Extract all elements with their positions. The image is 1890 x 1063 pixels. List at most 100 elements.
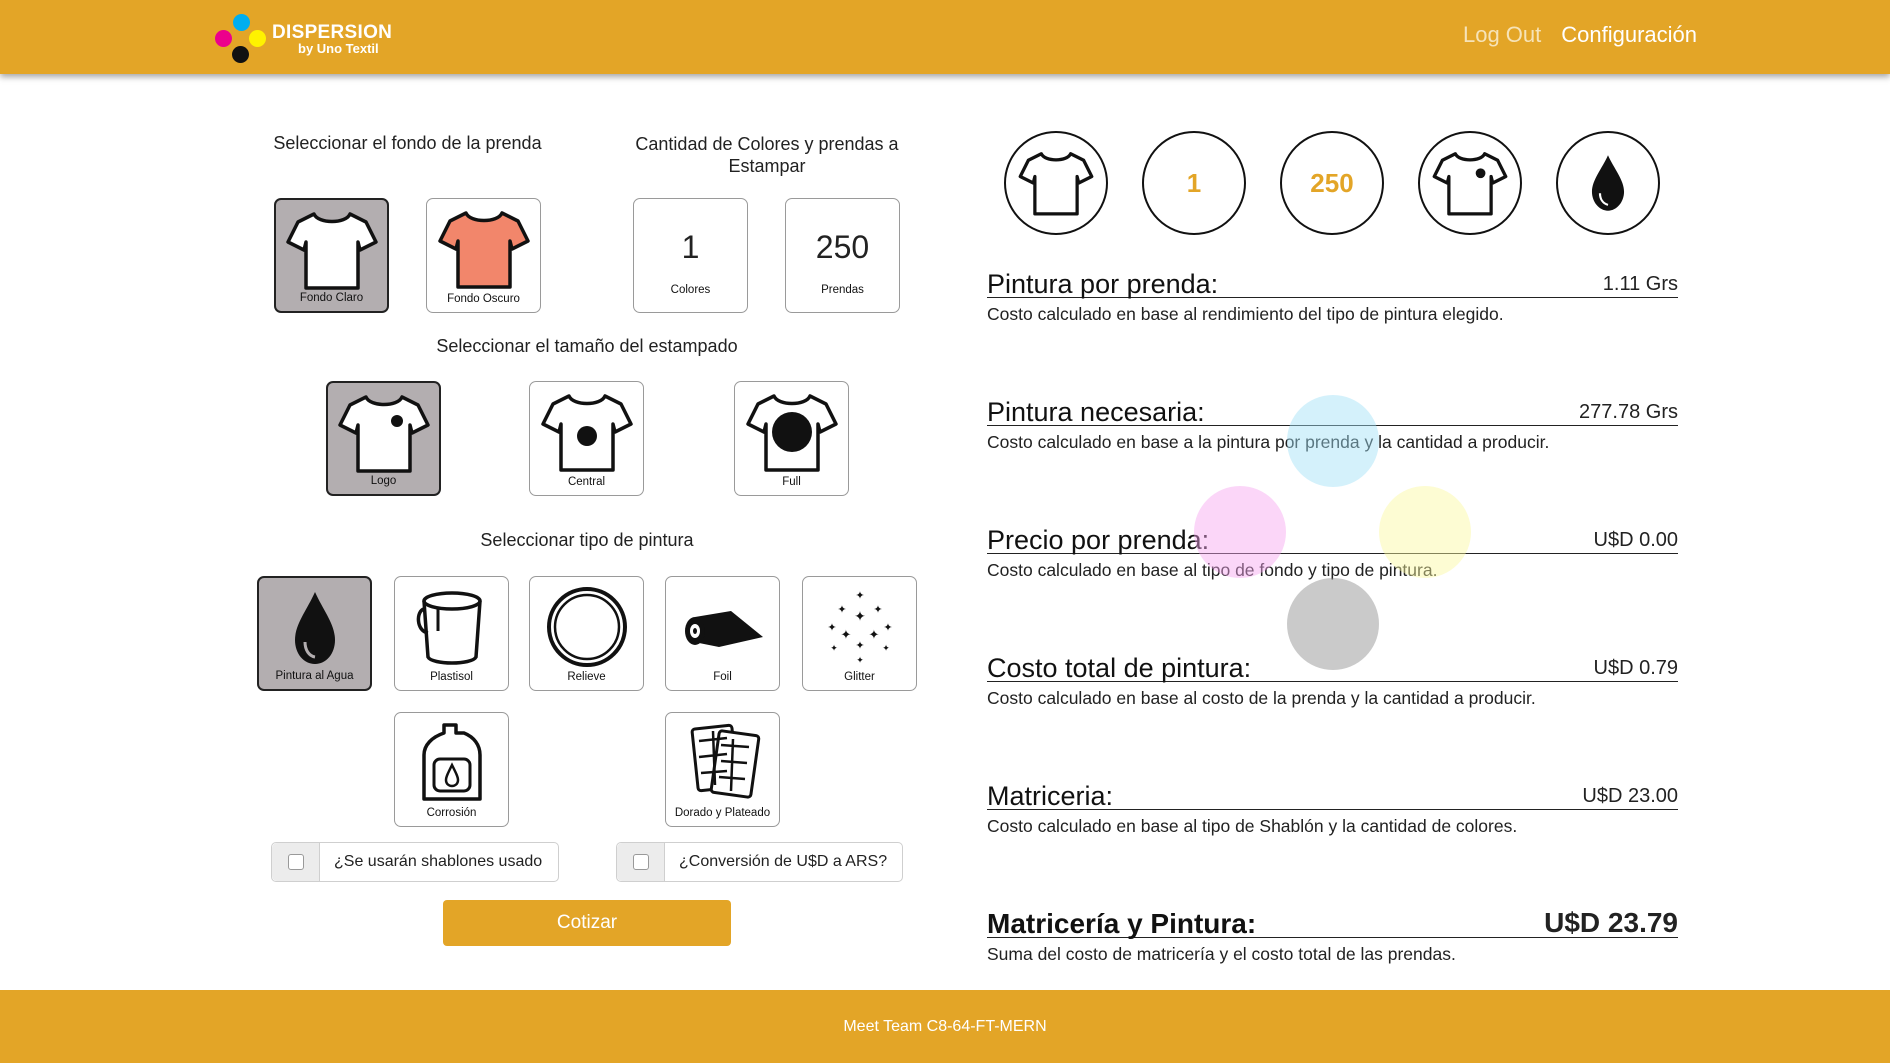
relieve-option[interactable]: Relieve xyxy=(529,576,644,691)
svg-text:✦: ✦ xyxy=(855,590,864,602)
tamano-section-title: Seleccionar el tamaño del estampado xyxy=(436,336,738,356)
pintura-agua-label: Pintura al Agua xyxy=(275,670,354,682)
result-pintura-por-prenda: Pintura por prenda: 1.11 Grs Costo calcu… xyxy=(987,264,1678,325)
result-value: 1.11 Grs xyxy=(1602,273,1678,295)
white-tshirt-icon xyxy=(285,212,378,290)
svg-text:✦: ✦ xyxy=(830,643,838,653)
foil-label: Foil xyxy=(713,671,732,683)
result-precio-por-prenda: Precio por prenda: U$D 0.00 Costo calcul… xyxy=(987,520,1678,581)
tshirt-logo-print-icon xyxy=(1432,152,1508,216)
cotizar-button[interactable]: Cotizar xyxy=(443,900,731,946)
svg-text:✦: ✦ xyxy=(873,604,882,616)
total-value: U$D 23.79 xyxy=(1544,907,1678,938)
shablones-usados-check[interactable]: ¿Se usarán shablones usado xyxy=(271,842,559,882)
result-description: Costo calculado en base al rendimiento d… xyxy=(987,304,1504,324)
plastisol-label: Plastisol xyxy=(430,671,473,683)
water-drop-icon xyxy=(1591,155,1625,211)
result-title: Pintura necesaria: xyxy=(987,397,1205,427)
result-title: Costo total de pintura: xyxy=(987,653,1252,683)
configuracion-link[interactable]: Configuración xyxy=(1561,22,1697,48)
foil-roll-icon xyxy=(684,611,763,647)
ring-icon xyxy=(546,587,627,667)
corrosion-label: Corrosión xyxy=(426,807,477,819)
tshirt-full-print-icon xyxy=(745,394,838,472)
shablones-checkbox[interactable] xyxy=(287,854,304,870)
result-value: U$D 0.00 xyxy=(1593,529,1679,551)
chemical-bottle-icon xyxy=(421,723,482,801)
watermark-dot-cyan xyxy=(1287,395,1379,487)
watermark-dot-gray xyxy=(1287,578,1379,670)
colores-label: Colores xyxy=(670,284,711,296)
tamano-logo-label: Logo xyxy=(370,475,397,487)
glitter-label: Glitter xyxy=(844,671,875,683)
result-matriceria: Matriceria: U$D 23.00 Costo calculado en… xyxy=(987,776,1678,837)
pintura-agua-option[interactable]: Pintura al Agua xyxy=(257,576,372,691)
conversion-checkbox[interactable] xyxy=(632,854,649,870)
svg-text:✦: ✦ xyxy=(855,640,864,652)
footer: Meet Team C8-64-FT-MERN xyxy=(0,990,1890,1063)
header-nav: Log Out Configuración xyxy=(1463,22,1697,48)
result-value: 277.78 Grs xyxy=(1579,401,1678,423)
summary-prendas-value: 250 xyxy=(1310,167,1354,198)
conversion-checkbox-wrap xyxy=(617,843,665,881)
top-navbar: DISPERSION by Uno Textil Log Out Configu… xyxy=(0,0,1890,74)
logo-dot-cyan xyxy=(233,14,250,31)
dispersion-logo[interactable]: DISPERSION by Uno Textil xyxy=(212,12,402,64)
tshirt-outline-icon xyxy=(1018,152,1094,216)
svg-text:✦: ✦ xyxy=(856,655,864,665)
sparkles-icon: ✦ ✦ ✦ ✦ ✦ ✦ ✦ ✦ ✦ ✦ ✦ ✦ xyxy=(827,590,892,665)
fondo-oscuro-label: Fondo Oscuro xyxy=(447,293,520,305)
brand-name: DISPERSION xyxy=(272,22,393,43)
water-drop-icon xyxy=(294,592,335,664)
tamano-central-option[interactable]: Central xyxy=(529,381,644,496)
colored-tshirt-icon xyxy=(437,211,530,289)
tamano-central-label: Central xyxy=(567,476,606,488)
logout-link[interactable]: Log Out xyxy=(1463,22,1541,48)
prendas-value[interactable]: 250 xyxy=(786,229,899,266)
dorado-plateado-option[interactable]: Dorado y Plateado xyxy=(665,712,780,827)
bucket-icon xyxy=(416,591,482,665)
result-value: U$D 23.00 xyxy=(1582,785,1678,807)
svg-text:✦: ✦ xyxy=(827,622,836,634)
colores-value[interactable]: 1 xyxy=(634,229,747,266)
result-line: Pintura por prenda: 1.11 Grs xyxy=(987,264,1678,299)
prendas-input-card[interactable]: 250 Prendas xyxy=(785,198,900,313)
fondo-oscuro-option[interactable]: Fondo Oscuro xyxy=(426,198,541,313)
glitter-option[interactable]: ✦ ✦ ✦ ✦ ✦ ✦ ✦ ✦ ✦ ✦ ✦ ✦ Glitter xyxy=(802,576,917,691)
result-title: Pintura por prenda: xyxy=(987,269,1219,299)
logo-dot-black xyxy=(232,46,249,63)
watermark-dot-magenta xyxy=(1194,486,1286,578)
shablones-checkbox-wrap xyxy=(272,843,320,881)
conversion-check-label: ¿Conversión de U$D a ARS? xyxy=(679,853,888,870)
conversion-usd-ars-check[interactable]: ¿Conversión de U$D a ARS? xyxy=(616,842,903,882)
tamano-logo-option[interactable]: Logo xyxy=(326,381,441,496)
result-line: Matriceria: U$D 23.00 xyxy=(987,776,1678,811)
colores-input-card[interactable]: 1 Colores xyxy=(633,198,748,313)
result-total: Matricería y Pintura: U$D 23.79 Suma del… xyxy=(987,904,1678,965)
shablones-check-label: ¿Se usarán shablones usado xyxy=(334,853,543,870)
summary-colores-value: 1 xyxy=(1186,167,1202,198)
fondo-claro-label: Fondo Claro xyxy=(299,292,364,304)
total-description: Suma del costo de matricería y el costo … xyxy=(987,944,1456,964)
summary-fondo-circle xyxy=(1004,131,1108,235)
fondo-claro-option[interactable]: Fondo Claro xyxy=(274,198,389,313)
total-title: Matricería y Pintura: xyxy=(987,908,1257,939)
plastisol-option[interactable]: Plastisol xyxy=(394,576,509,691)
svg-text:✦: ✦ xyxy=(868,627,879,642)
svg-text:✦: ✦ xyxy=(883,622,892,634)
tshirt-logo-print-icon xyxy=(337,395,430,473)
brand-subtitle: by Uno Textil xyxy=(298,41,379,56)
foil-sheets-icon xyxy=(690,723,760,799)
result-line: Precio por prenda: U$D 0.00 xyxy=(987,520,1679,555)
logo-dot-yellow xyxy=(249,30,266,47)
result-line: Matricería y Pintura: U$D 23.79 xyxy=(987,904,1678,939)
result-description: Costo calculado en base al tipo de Shabl… xyxy=(987,816,1518,836)
summary-tamano-circle xyxy=(1418,131,1522,235)
watermark-dot-yellow xyxy=(1379,486,1471,578)
footer-text[interactable]: Meet Team C8-64-FT-MERN xyxy=(0,1018,1890,1036)
tamano-full-option[interactable]: Full xyxy=(734,381,849,496)
corrosion-option[interactable]: Corrosión xyxy=(394,712,509,827)
tamano-full-label: Full xyxy=(782,476,801,488)
logo-dot-magenta xyxy=(215,30,232,47)
foil-option[interactable]: Foil xyxy=(665,576,780,691)
